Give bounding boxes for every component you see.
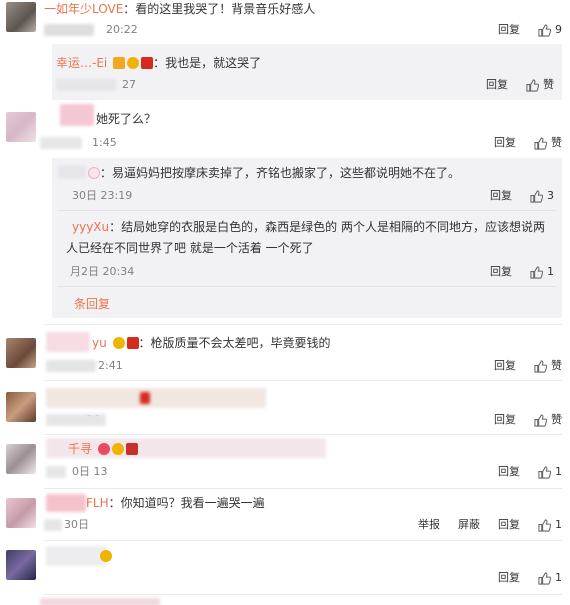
reply-button[interactable]: 回复: [494, 135, 516, 151]
thumbs-up-icon: [534, 413, 547, 427]
timestamp: 27: [122, 78, 136, 91]
avatar[interactable]: [6, 392, 36, 422]
reply-button[interactable]: 回复: [494, 358, 516, 374]
reply-button[interactable]: 回复: [490, 264, 512, 280]
reply-text: ：结局她穿的衣服是白色的，森西是绿色的 两个人是相隔的不同地方，应该想说两: [109, 220, 545, 234]
like-count: 9: [555, 23, 562, 36]
reply-text: ：易逼妈妈把按摩床卖掉了，齐铭也搬家了，这些都说明她不在了。: [100, 166, 461, 180]
like-button[interactable]: 3: [530, 188, 554, 204]
avatar[interactable]: [6, 444, 36, 474]
like-count: 3: [547, 189, 554, 202]
like-button[interactable]: 赞: [534, 358, 562, 374]
username[interactable]: FLH: [86, 496, 109, 510]
block-button[interactable]: 屏蔽: [458, 517, 480, 533]
thumbs-up-icon: [526, 78, 539, 92]
thumbs-up-icon: [538, 23, 551, 37]
rabbit-emoji-icon: [88, 167, 100, 179]
avatar[interactable]: [6, 338, 36, 368]
vip-crown-icon: [111, 443, 124, 455]
avatar[interactable]: [6, 498, 36, 528]
timestamp: 2:41: [98, 359, 123, 372]
comment-text: ：你知道吗？我看一遍哭一遍: [108, 496, 265, 510]
vip-crown-icon: [112, 337, 125, 349]
like-button[interactable]: 9: [538, 22, 562, 38]
username[interactable]: 一如年少LOVE: [44, 2, 123, 16]
reply-button[interactable]: 回复: [486, 77, 508, 93]
reply-username[interactable]: yyyXu: [72, 220, 109, 234]
thumbs-up-icon: [538, 571, 551, 585]
timestamp: 1:45: [92, 136, 117, 149]
red-envelope-icon: [125, 443, 138, 455]
red-heart-icon: [97, 443, 110, 455]
like-count: 1: [555, 571, 562, 584]
thumbs-up-icon: [534, 136, 547, 150]
more-replies-link[interactable]: 条回复: [74, 297, 110, 311]
timestamp: 20:22: [106, 23, 138, 36]
reply-button[interactable]: 回复: [498, 464, 520, 480]
reply-button[interactable]: 回复: [490, 188, 512, 204]
username[interactable]: yu: [92, 336, 107, 350]
reply-text: ：我也是，就这哭了: [153, 56, 262, 70]
avatar[interactable]: [6, 550, 36, 580]
like-button[interactable]: 赞: [534, 135, 562, 151]
reply-button[interactable]: 回复: [498, 517, 520, 533]
reply-button[interactable]: 回复: [498, 570, 520, 586]
like-button[interactable]: 赞: [534, 412, 562, 428]
avatar[interactable]: [6, 2, 36, 32]
timestamp: 30日: [64, 518, 89, 531]
like-count: 1: [547, 265, 554, 278]
verified-v-icon: [113, 57, 126, 69]
like-button[interactable]: 1: [538, 517, 562, 533]
like-button[interactable]: 1: [538, 570, 562, 586]
reply-text-continued: 人已经在不同世界了吧 就是一个活着 一个死了: [66, 241, 314, 255]
comment-text: ：枪版质量不会太差吧，毕竟要钱的: [138, 336, 331, 350]
thumbs-up-icon: [534, 359, 547, 373]
like-count: 1: [555, 465, 562, 478]
timestamp: 30日 23:19: [72, 189, 133, 202]
reply-box: 幸运…-Ei ：我也是，就这哭了 27 回复 赞: [52, 44, 562, 100]
timestamp: 0日 13: [72, 465, 108, 478]
like-button[interactable]: 1: [538, 464, 562, 480]
reply-username[interactable]: 幸运…-Ei: [56, 56, 107, 70]
china-flag-icon: [126, 337, 139, 349]
reply-box: ：易逼妈妈把按摩床卖掉了，齐铭也搬家了，这些都说明她不在了。 30日 23:19…: [52, 158, 562, 318]
comment-text: ：看的这里我哭了！背景音乐好感人: [123, 2, 316, 16]
like-count: 1: [555, 518, 562, 531]
thumbs-up-icon: [538, 518, 551, 532]
timestamp: 月2日 20:34: [70, 265, 135, 278]
vip-crown-icon: [100, 550, 112, 562]
report-button[interactable]: 举报: [418, 517, 440, 533]
username[interactable]: 千寻: [68, 442, 92, 456]
thumbs-up-icon: [530, 265, 543, 279]
thumbs-up-icon: [530, 189, 543, 203]
reply-button[interactable]: 回复: [494, 412, 516, 428]
comment-text: 她死了么？: [96, 112, 157, 126]
like-button[interactable]: 1: [530, 264, 554, 280]
avatar[interactable]: [6, 112, 36, 142]
thumbs-up-icon: [538, 465, 551, 479]
vip-crown-icon: [127, 57, 140, 69]
china-flag-icon: [141, 57, 154, 69]
reply-button[interactable]: 回复: [498, 22, 520, 38]
like-button[interactable]: 赞: [526, 77, 554, 93]
